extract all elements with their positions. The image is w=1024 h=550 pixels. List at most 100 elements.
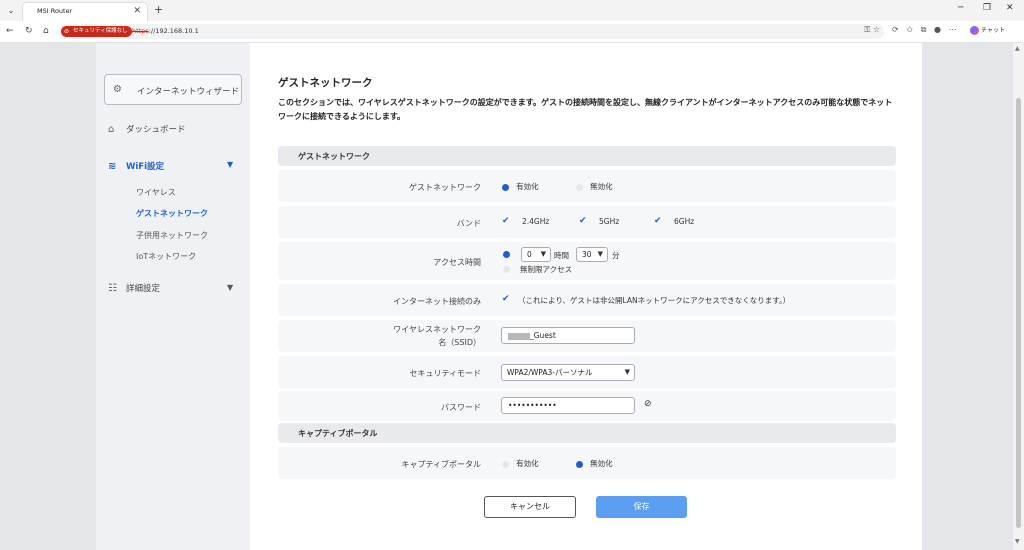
password-input[interactable]: ••••••••••• [501, 397, 635, 414]
browser-tab[interactable]: MSI Router ✕ [22, 2, 148, 21]
toolbar-icons[interactable]: ⟳ ✩ ⧉ ● ⋯ [892, 25, 957, 35]
sidebar-subitem-guest-network[interactable]: ゲストネットワーク [136, 208, 208, 219]
sidebar-item-wifi[interactable]: ≋ WiFi設定 [108, 160, 164, 172]
window-close-icon[interactable]: ✕ [1006, 3, 1014, 13]
router-app: ⚙ インターネットウィザード ⌂ ダッシュボード ≋ WiFi設定 ▼ ワイヤレス … [96, 43, 922, 550]
scroll-thumb[interactable] [1016, 98, 1021, 528]
row-security-mode: セキュリティモード WPA2/WPA3-パーソナル ▼ [278, 356, 896, 388]
minutes-select[interactable]: 30 ▼ [576, 247, 608, 262]
band-24-label: 2.4GHz [522, 217, 550, 226]
page-description: このセクションでは、ワイヤレスゲストネットワークの設定ができます。ゲストの接続時… [278, 98, 893, 121]
internet-only-label: インターネット接続のみ [393, 297, 481, 306]
section-header-guest-network: ゲストネットワーク [278, 146, 896, 166]
unlimited-access-label: 無制限アクセス [520, 265, 573, 274]
warning-icon: ⊘ [64, 28, 70, 35]
scroll-up-arrow-icon[interactable]: ▲ [1015, 45, 1020, 52]
address-toolbar: ← ↻ ⌂ ⊘ セキュリティ保護なし https://192.168.10.1 … [0, 21, 1024, 43]
row-access-time: アクセス時間 0 ▼ 時間 30 ▼ 分 無制限アクセス [278, 242, 896, 280]
page-title: ゲストネットワーク [278, 77, 373, 89]
wifi-icon: ≋ [108, 161, 117, 172]
gear-icon: ⚙ [113, 84, 122, 95]
row-password: パスワード ••••••••••• ⊘ [278, 391, 896, 421]
wifi-collapse-triangle-icon[interactable]: ▼ [227, 160, 233, 169]
radio-unselected-icon [502, 460, 509, 468]
cancel-button[interactable]: キャンセル [484, 496, 576, 518]
favorites-icon: ✩ [906, 25, 914, 34]
band-6-label: 6GHz [674, 217, 695, 226]
row-guest-network: ゲストネットワーク 有効化 無効化 [278, 170, 896, 202]
copilot-chat-button[interactable]: チャット [970, 25, 1005, 35]
profile-avatar-icon: ● [934, 25, 942, 34]
security-mode-select[interactable]: WPA2/WPA3-パーソナル ▼ [501, 364, 635, 381]
home-icon: ⌂ [108, 124, 115, 135]
minimize-icon[interactable]: ─ [958, 3, 963, 13]
guest-enable-radio[interactable]: 有効化 [502, 181, 539, 192]
sidebar: ⚙ インターネットウィザード ⌂ ダッシュボード ≋ WiFi設定 ▼ ワイヤレス … [96, 43, 250, 550]
page-scrollbar[interactable]: ▲ ▼ [1013, 43, 1024, 550]
favorite-star-icon: ☆ [872, 25, 880, 34]
sidebar-subitem-iot-network[interactable]: IoTネットワーク [136, 251, 196, 262]
internet-only-check-icon[interactable]: ✔ [502, 294, 510, 304]
row-captive-portal: キャプティブポータル 有効化 無効化 [278, 447, 896, 479]
chevron-down-icon: ▼ [597, 250, 603, 258]
advanced-expand-triangle-icon[interactable]: ▼ [227, 283, 233, 292]
tab-title: MSI Router [37, 7, 73, 15]
band-24-check-icon[interactable]: ✔ [502, 216, 510, 226]
tab-list-chevron-icon[interactable]: ⌄ [4, 4, 18, 17]
hours-select[interactable]: 0 ▼ [521, 247, 551, 262]
address-bar-icons[interactable]: ⚿ ☆ [864, 25, 880, 35]
access-unlimited-radio[interactable] [503, 266, 510, 273]
radio-selected-icon [576, 460, 583, 468]
collections-icon: ⧉ [920, 25, 927, 34]
password-label: パスワード [441, 403, 481, 412]
chevron-down-icon: ▼ [624, 368, 630, 376]
sliders-icon: ☷ [108, 283, 117, 294]
reload-icon[interactable]: ↻ [25, 26, 33, 36]
blurred-ssid-prefix [508, 332, 530, 340]
restore-icon[interactable]: ❐ [983, 3, 991, 13]
radio-selected-icon [502, 183, 509, 191]
copilot-logo-icon [970, 26, 979, 35]
eye-slash-icon[interactable]: ⊘ [644, 399, 652, 409]
tab-close-icon[interactable]: ✕ [133, 6, 141, 16]
ssid-label: ワイヤレスネットワーク 名（SSID） [393, 325, 481, 347]
access-timed-radio[interactable] [503, 251, 510, 258]
captive-portal-label: キャプティブポータル [401, 460, 481, 469]
access-time-label: アクセス時間 [433, 258, 481, 267]
band-label: バンド [456, 219, 481, 228]
band-5-check-icon[interactable]: ✔ [579, 216, 587, 226]
not-secure-badge[interactable]: ⊘ セキュリティ保護なし [61, 26, 132, 37]
row-ssid: ワイヤレスネットワーク 名（SSID） _Guest [278, 320, 896, 352]
sidebar-subitem-kids-network[interactable]: 子供用ネットワーク [136, 230, 208, 241]
scroll-down-arrow-icon[interactable]: ▼ [1015, 538, 1020, 545]
captive-disable-radio[interactable]: 無効化 [576, 458, 613, 469]
new-tab-plus-icon[interactable]: + [154, 3, 163, 16]
hours-unit: 時間 [554, 251, 569, 260]
row-internet-only: インターネット接続のみ ✔ （これにより、ゲストは非公開LANネットワークにアク… [278, 284, 896, 316]
internet-only-note: （これにより、ゲストは非公開LANネットワークにアクセスできなくなります。） [518, 296, 791, 305]
radio-unselected-icon [576, 183, 583, 191]
home-icon[interactable]: ⌂ [43, 26, 49, 36]
band-6-check-icon[interactable]: ✔ [654, 216, 662, 226]
guest-disable-radio[interactable]: 無効化 [576, 181, 613, 192]
captive-enable-radio[interactable]: 有効化 [502, 458, 539, 469]
chevron-down-icon: ▼ [540, 250, 546, 258]
section-header-captive-portal: キャプティブポータル [278, 423, 896, 443]
more-menu-icon: ⋯ [948, 25, 957, 34]
refresh-extension-icon: ⟳ [892, 25, 899, 34]
row-band: バンド ✔ 2.4GHz ✔ 5GHz ✔ 6GHz [278, 206, 896, 238]
band-5-label: 5GHz [599, 217, 620, 226]
save-button[interactable]: 保存 [596, 496, 687, 518]
back-arrow-icon[interactable]: ← [6, 26, 14, 36]
minutes-unit: 分 [612, 251, 620, 260]
ssid-input[interactable]: _Guest [501, 327, 635, 344]
url-text: https://192.168.10.1 [132, 27, 199, 35]
internet-wizard-button[interactable]: ⚙ インターネットウィザード [104, 74, 242, 105]
address-bar[interactable]: ⊘ セキュリティ保護なし https://192.168.10.1 ⚿ ☆ [58, 24, 884, 39]
sidebar-item-dashboard[interactable]: ⌂ ダッシュボード [108, 123, 186, 135]
key-icon: ⚿ [864, 25, 871, 34]
security-mode-label: セキュリティモード [409, 369, 481, 378]
sidebar-item-advanced[interactable]: ☷ 詳細設定 [108, 282, 160, 294]
sidebar-subitem-wireless[interactable]: ワイヤレス [136, 187, 176, 198]
guest-network-label: ゲストネットワーク [409, 183, 481, 192]
